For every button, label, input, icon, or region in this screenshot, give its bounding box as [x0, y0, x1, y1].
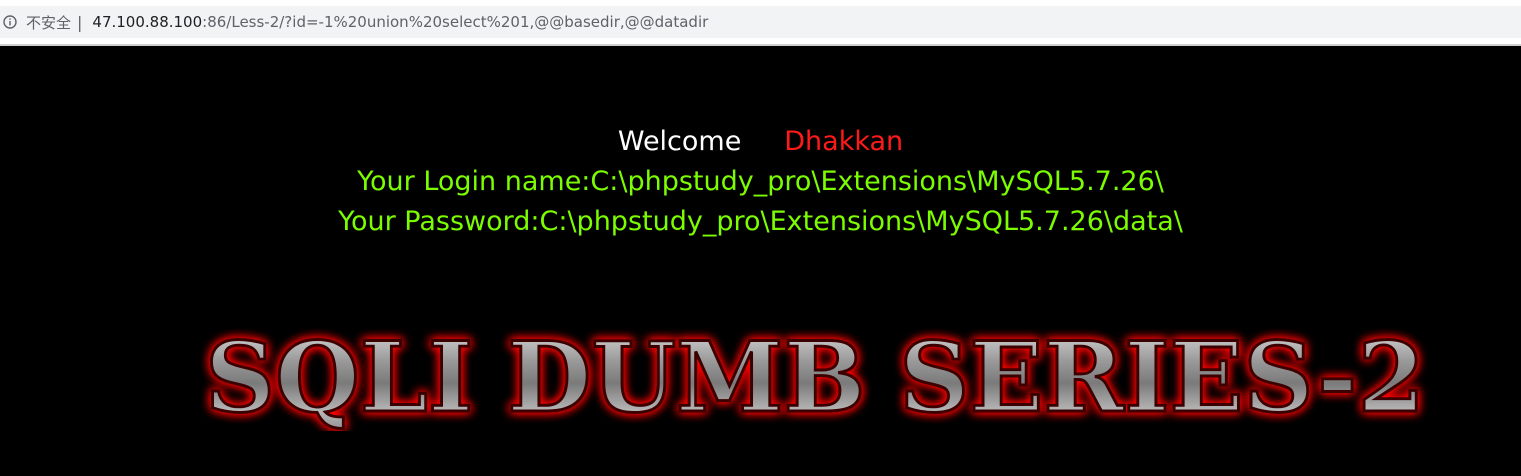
sqli-dumb-series-banner: SQLI DUMB SERIES-2 — [204, 321, 1427, 431]
url-host[interactable]: 47.100.88.100 — [92, 13, 202, 31]
login-name-line: Your Login name:C:\phpstudy_pro\Extensio… — [357, 166, 1164, 197]
browser-address-bar: 不安全 | 47.100.88.100:86/Less-2/?id=-1%20u… — [0, 0, 1521, 44]
url-path[interactable]: :86/Less-2/?id=-1%20union%20select%201,@… — [202, 13, 708, 31]
url-divider: | — [77, 12, 83, 32]
security-label[interactable]: 不安全 — [26, 12, 71, 33]
user-name: Dhakkan — [784, 126, 904, 157]
password-line: Your Password:C:\phpstudy_pro\Extensions… — [338, 206, 1183, 237]
welcome-line: Welcome Dhakkan — [0, 122, 1521, 162]
result-block: Welcome Dhakkan Your Login name:C:\phpst… — [0, 122, 1521, 242]
info-icon[interactable] — [3, 15, 17, 29]
page-content: Welcome Dhakkan Your Login name:C:\phpst… — [0, 46, 1521, 476]
welcome-label: Welcome — [617, 126, 742, 157]
banner-text: SQLI DUMB SERIES-2 — [205, 321, 1425, 431]
url-field[interactable]: 不安全 | 47.100.88.100:86/Less-2/?id=-1%20u… — [0, 6, 1521, 38]
